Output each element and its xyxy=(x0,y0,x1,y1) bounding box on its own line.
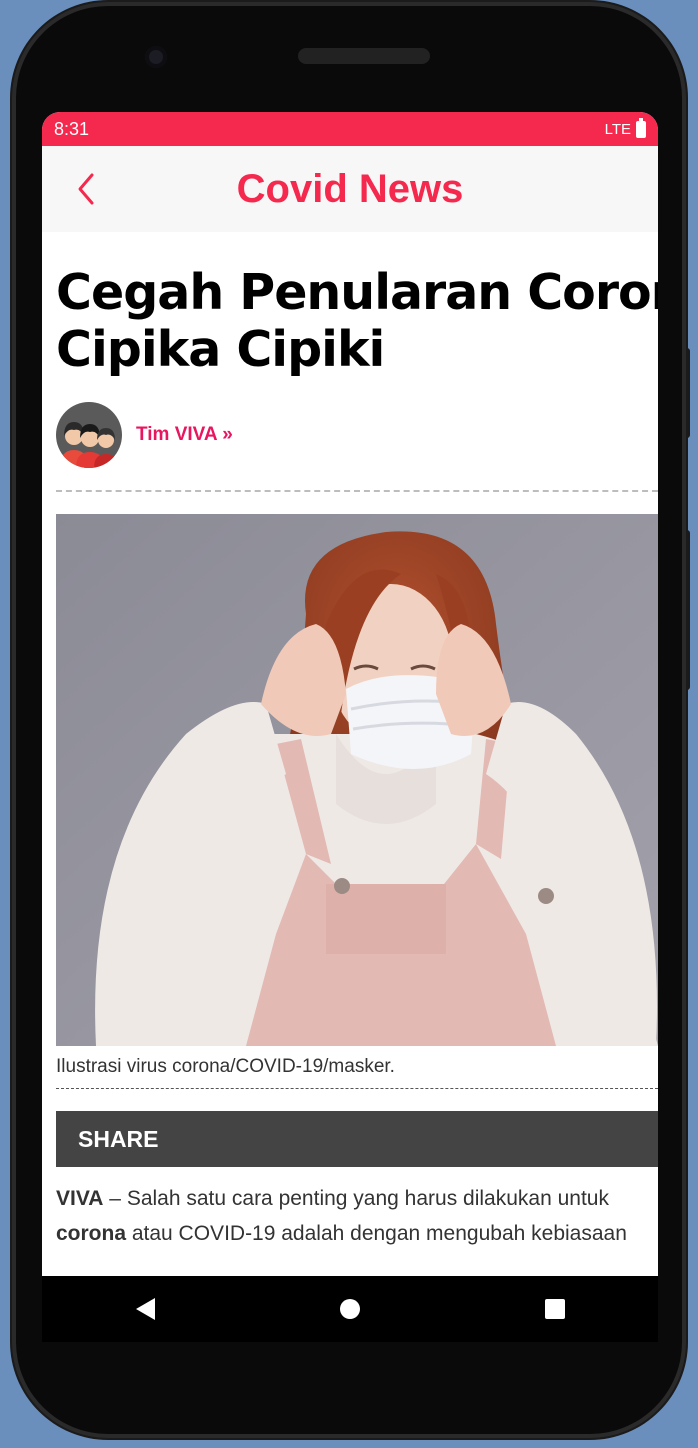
article-headline: Cegah Penularan Corona, Cipika Cipiki xyxy=(56,264,658,378)
circle-home-icon xyxy=(339,1299,360,1319)
status-time: 8:31 xyxy=(54,118,90,139)
article-photo[interactable] xyxy=(56,514,658,1046)
author-row: Tim VIVA » xyxy=(56,402,658,468)
image-caption: Ilustrasi virus corona/COVID-19/masker. xyxy=(56,1056,395,1077)
author-link[interactable]: Tim VIVA » xyxy=(136,424,233,446)
share-button[interactable]: SHARE xyxy=(56,1111,658,1167)
article-body: VIVA – Salah satu cara penting yang haru… xyxy=(56,1181,658,1251)
body-line-2: corona atau COVID-19 adalah dengan mengu… xyxy=(56,1216,658,1251)
screen: 8:31 LTE Covid News Cegah Penularan Coro… xyxy=(42,112,658,1342)
triangle-back-icon xyxy=(135,1298,155,1320)
body-line-1: VIVA – Salah satu cara penting yang haru… xyxy=(56,1181,658,1216)
headline-line-1: Cegah Penularan Corona, xyxy=(56,264,658,321)
back-button[interactable] xyxy=(72,172,102,206)
status-indicators: LTE xyxy=(604,117,646,138)
article-content: Cegah Penularan Corona, Cipika Cipiki xyxy=(42,264,658,1251)
earpiece-speaker xyxy=(298,48,430,64)
caption-divider xyxy=(56,1088,658,1089)
divider xyxy=(56,490,658,492)
app-title: Covid News xyxy=(236,166,464,211)
author-avatar[interactable] xyxy=(56,402,122,468)
front-camera xyxy=(145,46,167,68)
system-nav-bar xyxy=(42,1276,658,1342)
chevron-left-icon xyxy=(78,173,94,205)
people-group-icon xyxy=(56,402,122,468)
woman-wearing-mask-photo xyxy=(56,514,658,1046)
battery-icon xyxy=(636,117,646,138)
nav-back-button[interactable] xyxy=(125,1289,165,1329)
app-bar: Covid News xyxy=(42,146,658,232)
headline-line-2: Cipika Cipiki xyxy=(56,321,385,378)
body-line-2-text: atau COVID-19 adalah dengan mengubah keb… xyxy=(126,1222,627,1245)
nav-recents-button[interactable] xyxy=(535,1289,575,1329)
nav-home-button[interactable] xyxy=(330,1289,370,1329)
square-recents-icon xyxy=(545,1299,566,1319)
status-bar: 8:31 LTE xyxy=(42,112,658,146)
network-label: LTE xyxy=(604,120,631,138)
body-line-1-text: – Salah satu cara penting yang harus dil… xyxy=(103,1187,609,1210)
body-line-1-bold: VIVA xyxy=(56,1187,104,1210)
body-line-2-bold: corona xyxy=(56,1222,127,1245)
